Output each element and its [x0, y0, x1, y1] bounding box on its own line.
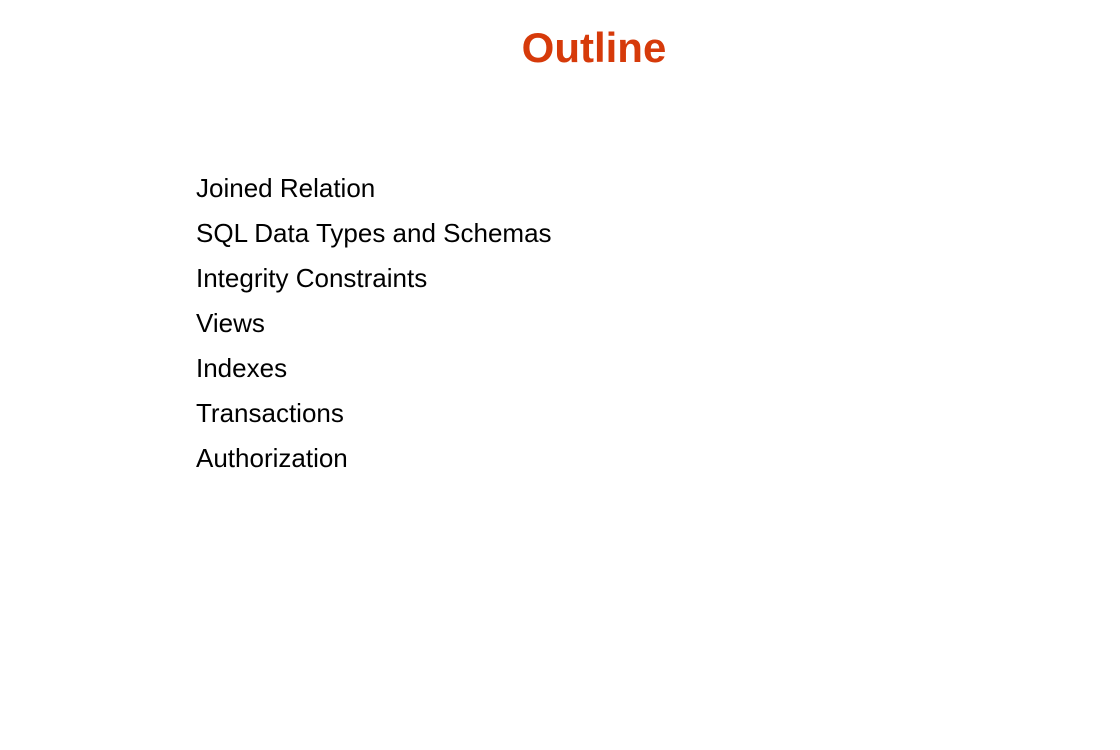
outline-item-authorization: Authorization: [196, 443, 348, 473]
slide-title: Outline: [521, 24, 667, 71]
slide: Outline Joined Relation SQL Data Types a…: [0, 0, 1120, 750]
outline-item-integrity-constraints: Integrity Constraints: [196, 263, 428, 293]
outline-item-joined-relation: Joined Relation: [196, 173, 376, 203]
outline-item-sql-data-types: SQL Data Types and Schemas: [196, 218, 552, 248]
outline-item-views: Views: [196, 308, 265, 338]
outline-item-transactions: Transactions: [196, 398, 344, 428]
outline-list: Joined Relation SQL Data Types and Schem…: [196, 166, 552, 481]
outline-item-indexes: Indexes: [196, 353, 288, 383]
